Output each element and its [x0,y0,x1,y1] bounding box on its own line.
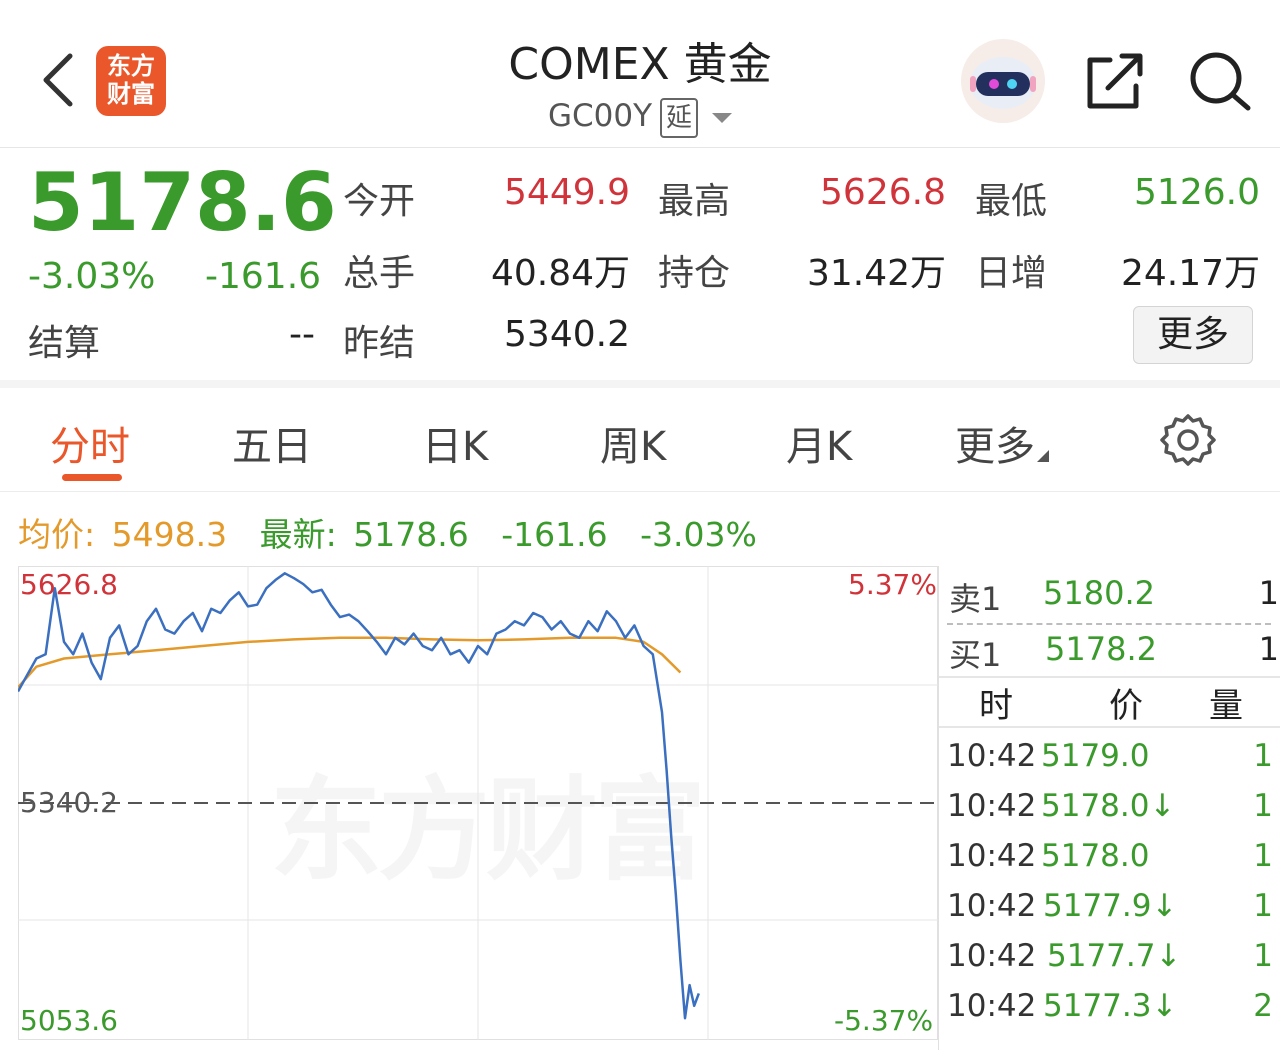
tick-price: 5177.7↓ [1047,938,1182,974]
page-title: COMEX 黄金 [508,39,772,90]
settings-gear-icon[interactable] [1160,412,1216,468]
tab-intraday[interactable]: 分时 [50,414,130,472]
logo-line2: 财富 [107,80,155,108]
tick-row: 10:42 5177.9↓ 1 [947,884,1280,934]
open-value: 5449.9 [504,172,630,213]
volume-label: 总手 [343,253,416,294]
daily-increase-label: 日增 [975,253,1048,294]
bid-label: 买1 [949,636,1002,674]
open-interest-value: 31.42万 [806,253,946,294]
search-icon[interactable] [1186,50,1252,112]
tick-time: 10:42 [947,838,1037,874]
last-price: 5178.6 [28,156,337,249]
prev-settle-label: 昨结 [343,323,416,364]
tick-row: 10:42 5179.0 1 [947,734,1280,784]
active-tab-indicator [62,474,122,481]
ask-qty: 1 [1258,574,1279,612]
latest-price-value: 5178.6 [353,515,469,554]
tick-qty: 1 [1253,938,1273,974]
period-tabs: 分时 五日 日K 周K 月K 更多 [0,388,1280,492]
series-line-avg [18,636,682,689]
tick-qty: 1 [1253,788,1273,824]
chart-legend: 均价: 5498.3 最新: 5178.6 -161.6 -3.03% [18,508,763,556]
tick-qty: 1 [1253,738,1273,774]
low-value: 5126.0 [1134,172,1260,213]
high-value: 5626.8 [820,172,946,213]
tick-price: 5179.0 [1041,738,1150,774]
tick-price: 5178.0↓ [1041,788,1176,824]
tick-qty: 2 [1253,988,1273,1024]
header-bar: 东方 财富 COMEX 黄金 GC00Y 延 [0,0,1280,148]
tick-time: 10:42 [947,888,1037,924]
y-bottom-percent: -5.37% [834,1004,934,1037]
quote-panel: 5178.6 -3.03% -161.6 结算 -- 今开 5449.9 总手 … [0,148,1280,388]
legend-change-percent: -3.03% [640,515,757,554]
y-top-percent: 5.37% [848,568,937,601]
tab-more-label: 更多 [955,424,1035,470]
tick-qty: 1 [1253,838,1273,874]
avg-price-label: 均价: [18,515,96,554]
tick-price: 5177.9↓ [1043,888,1178,924]
ask-row: 卖1 5180.2 1 [949,566,1279,622]
back-icon[interactable] [38,52,78,108]
high-label: 最高 [658,181,731,222]
bid-price: 5178.2 [1045,630,1157,668]
change-percent: -3.03% [28,256,156,297]
tab-monthly-k[interactable]: 月K [786,414,852,472]
corner-caret-icon [1037,450,1049,462]
tick-row: 10:42 5177.3↓ 2 [947,984,1280,1034]
open-label: 今开 [343,181,416,222]
tab-daily-k[interactable]: 日K [422,414,488,472]
tick-row: 10:42 5178.0 1 [947,834,1280,884]
ask-label: 卖1 [949,580,1002,618]
tick-qty: 1 [1253,888,1273,924]
logo-line1: 东方 [107,52,155,80]
volume-value: 40.84万 [490,253,630,294]
y-top-price: 5626.8 [20,568,118,601]
series-line-price [18,572,700,1020]
tick-time: 10:42 [947,738,1037,774]
tick-row: 10:42 5178.0↓ 1 [947,784,1280,834]
avg-price-value: 5498.3 [111,515,228,554]
bid-row: 买1 5178.2 1 [949,622,1279,678]
open-interest-label: 持仓 [658,253,731,294]
delay-badge: 延 [660,98,699,138]
tab-five-day[interactable]: 五日 [232,414,312,472]
intraday-chart[interactable] [18,566,938,1040]
change-amount: -161.6 [205,256,322,297]
contract-selector[interactable]: GC00Y 延 [430,98,850,138]
y-bottom-price: 5053.6 [20,1004,118,1037]
share-icon[interactable] [1084,50,1148,112]
col-qty-header: 量 [1209,686,1243,726]
legend-change: -161.6 [501,515,608,554]
more-quote-button[interactable]: 更多 [1133,306,1253,364]
col-price-header: 价 [1109,686,1143,726]
contract-code: GC00Y [547,98,653,134]
daily-increase-value: 24.17万 [1120,253,1260,294]
order-book-panel: 卖1 5180.2 1 买1 5178.2 1 时 价 量 10:42 5179… [938,566,1280,1050]
chevron-down-icon [712,112,733,123]
tick-price: 5177.3↓ [1043,988,1178,1024]
tick-price: 5178.0 [1041,838,1150,874]
settle-value: -- [289,314,315,355]
low-label: 最低 [975,181,1048,222]
app-logo[interactable]: 东方 财富 [96,46,166,116]
tick-time: 10:42 [947,938,1037,974]
ask-price: 5180.2 [1043,574,1155,612]
tick-time: 10:42 [947,988,1037,1024]
tab-weekly-k[interactable]: 周K [600,414,666,472]
tick-row: 10:42 5177.7↓ 1 [947,934,1280,984]
robot-assistant-icon[interactable] [958,38,1048,124]
tab-more[interactable]: 更多 [955,414,1049,472]
y-mid-price: 5340.2 [20,786,118,819]
tick-header-separator [939,726,1280,728]
bid-qty: 1 [1258,630,1279,668]
latest-price-label: 最新: [259,515,337,554]
settle-label: 结算 [28,323,101,364]
col-time-header: 时 [979,686,1013,726]
tick-time: 10:42 [947,788,1037,824]
prev-settle-value: 5340.2 [504,314,630,355]
